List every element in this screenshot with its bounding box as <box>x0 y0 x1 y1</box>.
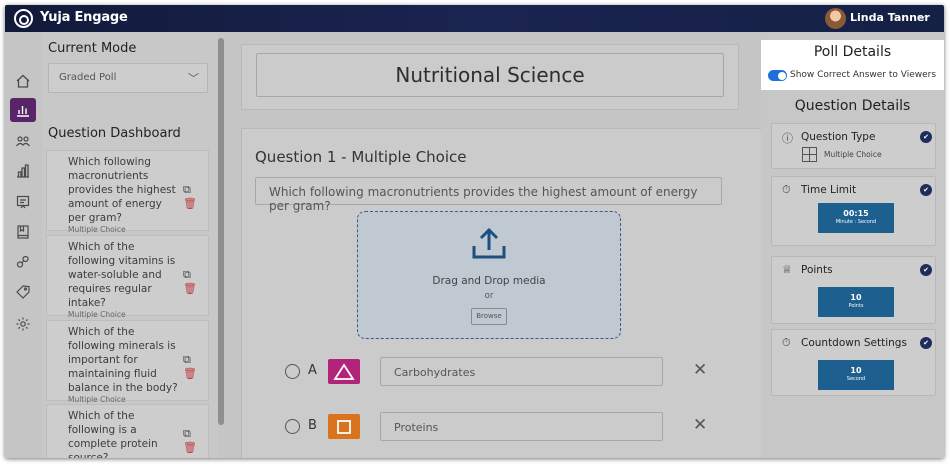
bar-chart-icon[interactable] <box>10 159 36 183</box>
triangle-shape-icon <box>328 359 360 384</box>
points-unit: Points <box>848 303 864 309</box>
media-drop-zone[interactable]: Drag and Drop media or Browse <box>357 211 621 339</box>
time-limit-unit: Minute : Second <box>835 219 877 225</box>
question-type-card: ⓘ Question Type ✔ Multiple Choice <box>771 123 936 169</box>
question-text-input[interactable]: Which following macronutrients provides … <box>255 177 722 213</box>
poll-chart-icon[interactable] <box>10 98 36 122</box>
question-type-value: Multiple Choice <box>824 150 882 159</box>
time-limit-label: Time Limit <box>801 184 857 196</box>
time-limit-card: ⏱ Time Limit ✔ 00:15 Minute : Second <box>771 176 936 246</box>
correct-answer-radio[interactable] <box>285 419 300 434</box>
question-card-actions: ⧉🗑 <box>183 353 208 380</box>
time-limit-box[interactable]: 00:15 Minute : Second <box>818 203 894 233</box>
countdown-unit: Second <box>846 376 866 382</box>
question-dashboard-title: Question Dashboard <box>48 126 181 141</box>
user-avatar[interactable] <box>825 8 846 29</box>
copy-icon[interactable]: ⧉ <box>183 353 191 366</box>
question-card[interactable]: Which of the following minerals is impor… <box>46 320 209 404</box>
poll-title-input[interactable]: Nutritional Science <box>256 53 724 97</box>
question-type-label: Question Type <box>801 131 876 143</box>
delete-icon[interactable]: 🗑 <box>183 197 197 210</box>
question-card-actions: ⧉🗑 <box>183 427 208 454</box>
timer-icon: ⏱ <box>782 336 791 349</box>
trophy-icon: ♕ <box>782 263 792 276</box>
drop-zone-or: or <box>484 291 494 301</box>
copy-icon[interactable]: ⧉ <box>183 427 191 440</box>
countdown-card: ⏱ Countdown Settings ✔ 10 Second <box>771 329 936 396</box>
home-icon[interactable] <box>10 69 36 93</box>
user-menu-chevron-icon[interactable]: ⌵ <box>918 9 926 23</box>
remove-option-icon[interactable]: ✕ <box>693 415 707 435</box>
copy-icon[interactable]: ⧉ <box>183 183 191 196</box>
mode-select[interactable]: Graded Poll ﹀ <box>48 63 208 93</box>
question-details-title: Question Details <box>794 98 911 114</box>
poll-details-panel: Poll Details Show Correct Answer to View… <box>761 40 944 90</box>
option-letter: A <box>308 363 317 378</box>
current-mode-title: Current Mode <box>48 41 137 56</box>
points-card: ♕ Points ✔ 10 Points <box>771 256 936 324</box>
mode-select-value: Graded Poll <box>59 72 117 83</box>
app-name: Yuja Engage <box>40 10 128 25</box>
yuja-logo-icon <box>14 9 33 28</box>
book-icon[interactable] <box>10 220 36 244</box>
question-card-type: Multiple Choice <box>68 225 126 234</box>
delete-icon[interactable]: 🗑 <box>183 282 197 295</box>
poll-title-section: Nutritional Science <box>241 44 739 110</box>
show-correct-answer-toggle[interactable] <box>768 70 787 81</box>
chevron-down-icon: ﹀ <box>188 72 199 85</box>
presentation-icon[interactable] <box>10 190 36 214</box>
correct-answer-radio[interactable] <box>285 364 300 379</box>
app-window: Yuja Engage Linda Tanner ⌵ Current Mode … <box>5 5 944 458</box>
countdown-label: Countdown Settings <box>801 337 907 349</box>
copy-icon[interactable]: ⧉ <box>183 268 191 281</box>
question-card[interactable]: Which following macronutrients provides … <box>46 150 209 234</box>
settings-icon[interactable] <box>10 312 36 336</box>
time-limit-value: 00:15 <box>843 209 869 218</box>
countdown-box[interactable]: 10 Second <box>818 360 894 390</box>
answer-option: A Carbohydrates ✕ <box>242 357 761 387</box>
tag-icon[interactable] <box>10 280 36 304</box>
question-card-actions: ⧉🗑 <box>183 268 208 295</box>
countdown-value: 10 <box>850 366 862 375</box>
poll-details-title: Poll Details <box>813 44 892 60</box>
question-card-text: Which of the following minerals is impor… <box>68 326 178 404</box>
question-card-actions: ⧉🗑 <box>183 183 208 210</box>
question-card-type: Multiple Choice <box>68 310 126 319</box>
integrations-icon[interactable] <box>10 250 36 274</box>
points-box[interactable]: 10 Points <box>818 287 894 317</box>
top-bar: Yuja Engage Linda Tanner ⌵ <box>5 5 944 32</box>
question-mark-icon: ⓘ <box>782 132 793 145</box>
check-circle-icon: ✔ <box>920 264 932 276</box>
points-label: Points <box>801 264 833 276</box>
timer-icon: ⏱ <box>782 183 791 196</box>
multiple-choice-icon <box>802 147 817 162</box>
check-circle-icon: ✔ <box>920 184 932 196</box>
drop-zone-text: Drag and Drop media <box>432 275 546 287</box>
option-text-input[interactable]: Carbohydrates <box>380 357 663 386</box>
question-card[interactable]: Which of the following vitamins is water… <box>46 235 209 319</box>
option-text-input[interactable]: Proteins <box>380 412 663 441</box>
browse-button[interactable]: Browse <box>471 308 507 325</box>
question-card-text: Which of the following is a complete pro… <box>68 410 158 458</box>
delete-icon[interactable]: 🗑 <box>183 367 197 380</box>
question-card[interactable]: Which of the following is a complete pro… <box>46 404 209 458</box>
question-editor: Question 1 - Multiple Choice Which follo… <box>241 128 761 458</box>
answer-option: B Proteins ✕ <box>242 412 761 442</box>
main-editor: Nutritional Science Question 1 - Multipl… <box>224 32 761 458</box>
remove-option-icon[interactable]: ✕ <box>693 360 707 380</box>
question-card-text: Which of the following vitamins is water… <box>68 240 178 320</box>
check-circle-icon: ✔ <box>920 131 932 143</box>
users-icon[interactable] <box>10 129 36 153</box>
show-correct-answer-label: Show Correct Answer to Viewers <box>790 70 937 80</box>
points-value: 10 <box>850 293 862 302</box>
left-panel: Current Mode Graded Poll ﹀ Question Dash… <box>42 32 218 458</box>
delete-icon[interactable]: 🗑 <box>183 441 197 454</box>
question-heading: Question 1 - Multiple Choice <box>255 148 467 166</box>
question-card-text: Which following macronutrients provides … <box>68 155 178 235</box>
option-letter: B <box>308 418 317 433</box>
check-circle-icon: ✔ <box>920 337 932 349</box>
upload-icon <box>472 227 506 259</box>
square-shape-icon <box>328 414 360 439</box>
nav-rail <box>5 32 42 458</box>
